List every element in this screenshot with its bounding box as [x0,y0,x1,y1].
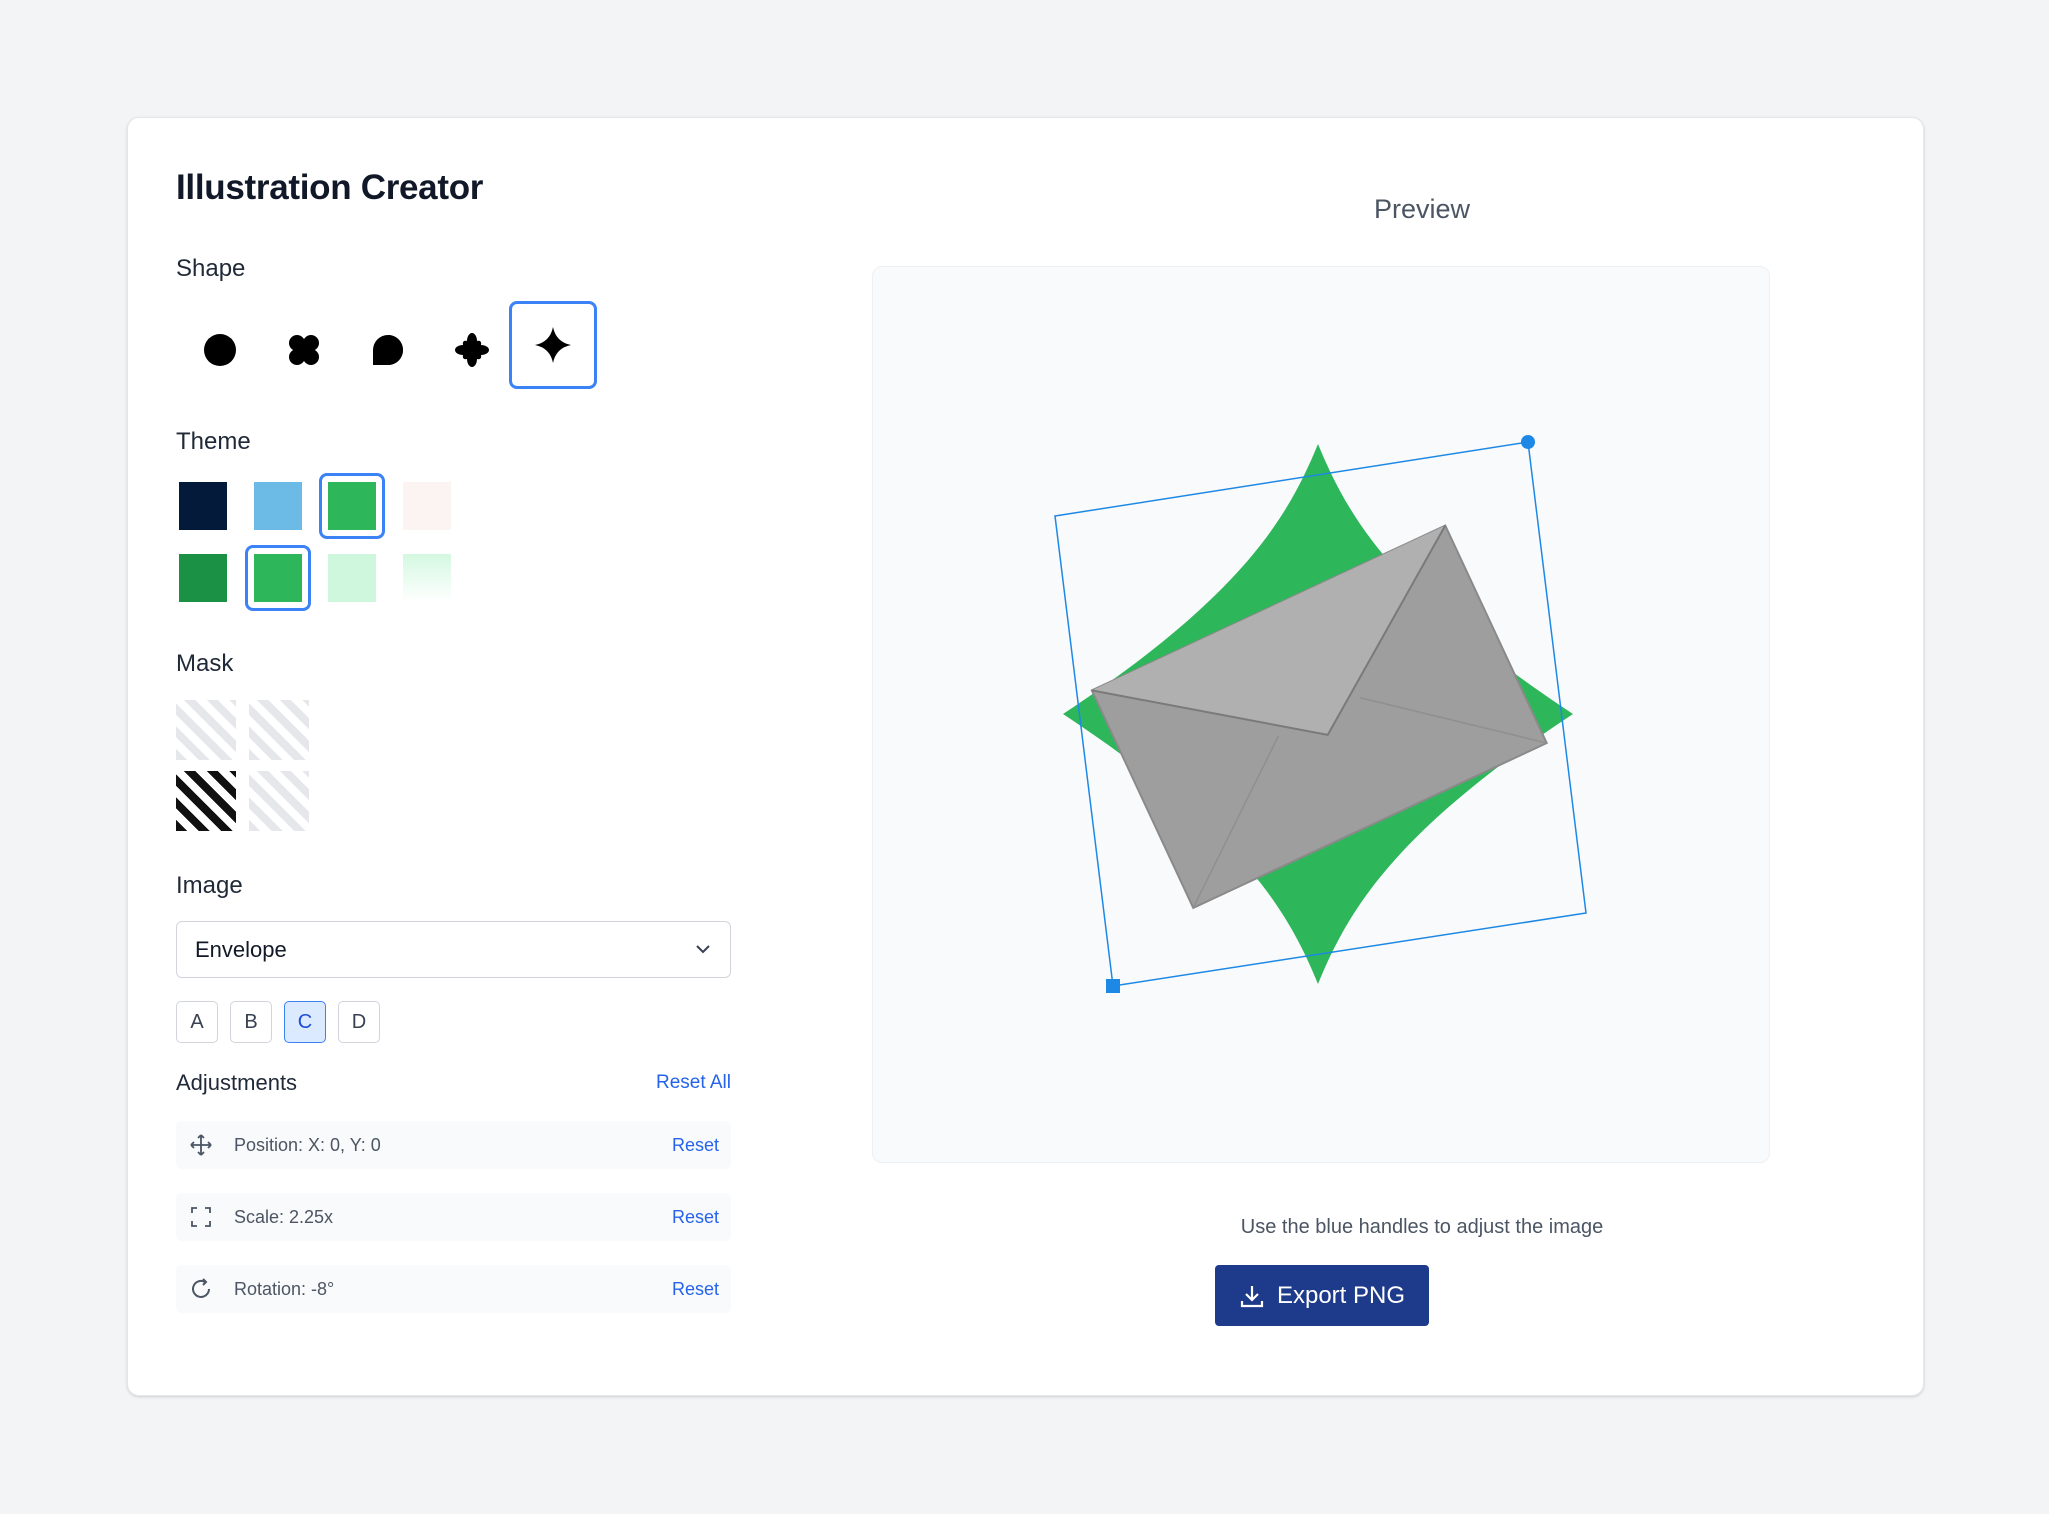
preview-canvas[interactable] [872,266,1770,1163]
export-png-button[interactable]: Export PNG [1215,1265,1429,1326]
fullscreen-icon [188,1204,214,1230]
shape-option-circle[interactable] [176,306,264,394]
theme-swatch-navy[interactable] [170,473,236,539]
scale-value: Scale: 2.25x [234,1206,334,1227]
image-select[interactable]: Envelope [176,921,731,978]
mask-label: Mask [176,650,234,677]
theme-swatch-mint[interactable] [319,545,385,611]
theme-swatch-green[interactable] [319,473,385,539]
image-select-value: Envelope [195,936,287,962]
shape-option-flower[interactable] [260,306,348,394]
illustration-creator-card: Illustration Creator Shape Theme Mask Im… [127,117,1924,1396]
circle-icon [204,334,236,366]
variant-a-button[interactable]: A [176,1001,218,1043]
theme-swatch-sky[interactable] [245,473,311,539]
theme-swatch-dark-green[interactable] [170,545,236,611]
shape-option-speech-bubble[interactable] [344,306,432,394]
variant-b-button[interactable]: B [230,1001,272,1043]
asterisk-icon [455,333,489,367]
move-icon [188,1132,214,1158]
download-icon [1240,1285,1264,1307]
position-reset-button[interactable]: Reset [672,1135,719,1156]
mask-option-4[interactable] [249,771,309,831]
rotate-icon [188,1276,214,1302]
rotation-value: Rotation: -8° [234,1278,335,1299]
variant-d-button[interactable]: D [338,1001,380,1043]
mask-option-1[interactable] [176,700,236,760]
mask-option-2[interactable] [249,700,309,760]
image-label: Image [176,872,243,899]
theme-label: Theme [176,428,251,455]
position-row: Position: X: 0, Y: 0 Reset [176,1121,731,1169]
mask-option-3[interactable] [176,771,236,831]
scale-row: Scale: 2.25x Reset [176,1193,731,1241]
export-png-label: Export PNG [1276,1281,1406,1309]
reset-all-button[interactable]: Reset All [656,1072,731,1094]
shape-option-sparkle[interactable] [509,301,597,389]
rotate-handle[interactable] [1521,435,1535,449]
shape-label: Shape [176,255,246,282]
shape-option-asterisk[interactable] [428,306,516,394]
rotation-reset-button[interactable]: Reset [672,1279,719,1300]
speech-bubble-icon [373,335,403,365]
theme-swatch-mint-gradient[interactable] [394,545,460,611]
flower-icon [289,335,319,365]
rotation-row: Rotation: -8° Reset [176,1265,731,1313]
scale-handle[interactable] [1106,979,1120,993]
chevron-down-icon [696,945,710,954]
adjustments-label: Adjustments [176,1070,298,1095]
app-title: Illustration Creator [176,168,484,207]
position-value: Position: X: 0, Y: 0 [234,1134,381,1155]
scale-reset-button[interactable]: Reset [672,1207,719,1228]
variant-c-button[interactable]: C [284,1001,326,1043]
preview-title: Preview [1373,194,1471,224]
theme-swatch-blush[interactable] [394,473,460,539]
sparkle-icon [535,327,571,363]
preview-hint: Use the blue handles to adjust the image [1240,1216,1604,1238]
theme-swatch-accent-green[interactable] [245,545,311,611]
